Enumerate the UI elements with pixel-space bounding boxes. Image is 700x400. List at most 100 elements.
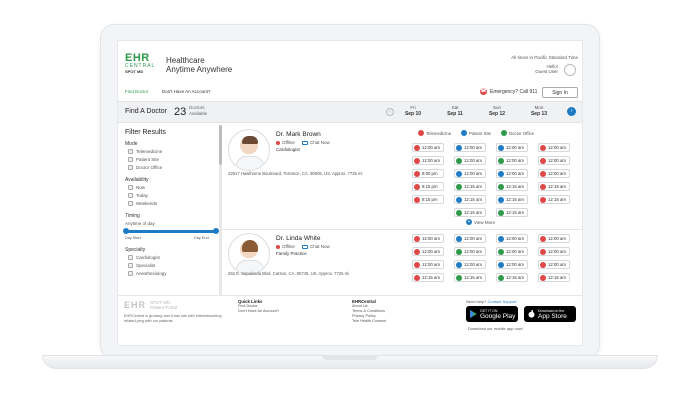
time-slot[interactable]: 12:00 am: [412, 156, 444, 165]
slot-time: 12:15 am: [506, 197, 524, 202]
day-dow: Fri: [410, 105, 416, 110]
slot-mode-icon: [540, 248, 546, 255]
filter-anesthesiology[interactable]: Anesthesiology: [128, 271, 167, 276]
nav-find-doctor[interactable]: Find Doctor: [125, 89, 148, 94]
slider-start-handle[interactable]: [123, 228, 129, 234]
slot-time: 12:00 am: [422, 262, 440, 267]
sign-in-button[interactable]: Sign In: [542, 87, 578, 98]
time-slot[interactable]: 12:00 am: [538, 260, 570, 269]
filter-specialist[interactable]: Specialist: [128, 263, 155, 268]
checkbox[interactable]: [128, 255, 133, 260]
footer-link-no-account[interactable]: Don't Have An Account?: [238, 309, 279, 314]
time-slot[interactable]: 12:15 am: [538, 182, 570, 191]
slot-mode-icon: [456, 170, 462, 177]
user-avatar[interactable]: [564, 64, 576, 76]
time-slot[interactable]: 12:00 am: [454, 169, 486, 178]
contact-support-link[interactable]: Contact Support: [488, 299, 517, 304]
time-slot[interactable]: 12:15 am: [412, 273, 444, 282]
time-slot[interactable]: 8:00 pm: [412, 169, 444, 178]
nav-no-account[interactable]: Don't Have An Account?: [162, 89, 210, 94]
slot-mode-icon: [498, 274, 504, 281]
time-slot[interactable]: 12:15 am: [496, 182, 528, 191]
time-slot[interactable]: 12:00 am: [496, 260, 528, 269]
checkbox[interactable]: [128, 271, 133, 276]
time-slot[interactable]: 12:00 am: [454, 234, 486, 243]
time-slot[interactable]: 12:00 am: [412, 260, 444, 269]
time-slot[interactable]: 12:15 am: [496, 273, 528, 282]
time-slot[interactable]: 12:15 am: [496, 195, 528, 204]
time-slot[interactable]: 12:00 am: [538, 156, 570, 165]
time-slot[interactable]: 12:00 am: [496, 143, 528, 152]
footer-logo[interactable]: EHR: [124, 300, 146, 310]
time-slot[interactable]: 12:00 am: [538, 234, 570, 243]
filter-doctor-office[interactable]: Doctor Office: [128, 165, 162, 170]
slot-mode-icon: [498, 183, 504, 190]
time-slot[interactable]: 12:15 am: [538, 273, 570, 282]
slot-mode-icon: [456, 261, 462, 268]
filter-weekends[interactable]: Weekends: [128, 201, 157, 206]
time-slot[interactable]: 12:15 am: [454, 195, 486, 204]
slider-end-label: Day End: [194, 236, 209, 240]
checkbox[interactable]: [128, 263, 133, 268]
time-slot[interactable]: 12:00 am: [538, 143, 570, 152]
sidebar-scrollbar[interactable]: [219, 125, 222, 295]
time-slot[interactable]: 12:00 am: [454, 260, 486, 269]
time-slot[interactable]: 12:15 am: [496, 208, 528, 217]
filter-cardiologist[interactable]: Cardiologist: [128, 255, 160, 260]
doctor-photo[interactable]: [228, 233, 270, 275]
time-slot[interactable]: 12:00 am: [496, 169, 528, 178]
checkbox[interactable]: [128, 165, 133, 170]
time-slot[interactable]: 12:00 am: [454, 143, 486, 152]
filter-patient-site[interactable]: Patient Site: [128, 157, 159, 162]
option-label: Cardiologist: [136, 255, 160, 260]
time-slot[interactable]: 12:15 am: [538, 195, 570, 204]
checkbox[interactable]: [128, 193, 133, 198]
time-slot[interactable]: 12:00 am: [496, 156, 528, 165]
chat-now-link[interactable]: Chat Now: [302, 244, 330, 249]
ehr-logo[interactable]: EHR CENTRAL SPOT MD: [125, 53, 161, 77]
prev-days-arrow-icon[interactable]: ‹: [386, 108, 394, 116]
app-store-button[interactable]: Download on the App Store: [524, 306, 576, 322]
filter-telemedicine[interactable]: Telemedicine: [128, 149, 162, 154]
doctor-name[interactable]: Dr. Linda White: [276, 235, 320, 242]
time-slot[interactable]: 8:15 pm: [412, 182, 444, 191]
time-slot[interactable]: 12:00 am: [538, 169, 570, 178]
status-text: Offline: [282, 244, 295, 249]
scrollbar-thumb[interactable]: [219, 125, 222, 165]
time-slot[interactable]: 12:00 am: [496, 247, 528, 256]
google-play-button[interactable]: GET IT ON Google Play: [466, 306, 518, 322]
timing-slider[interactable]: [123, 228, 219, 234]
checkbox[interactable]: [128, 149, 133, 154]
time-slot[interactable]: 8:15 pm: [412, 195, 444, 204]
next-days-arrow-icon[interactable]: ›: [567, 107, 576, 116]
tagline: Healthcare Anytime Anywhere: [166, 56, 232, 74]
footer-link-consent[interactable]: Tele Health Consent: [352, 319, 386, 324]
checkbox[interactable]: [128, 201, 133, 206]
plus-icon: +: [466, 219, 472, 225]
emergency-text: Emergency? Call 911: [490, 88, 538, 95]
checkbox[interactable]: [128, 185, 133, 190]
slot-mode-icon: [456, 196, 462, 203]
time-slot[interactable]: 12:15 am: [454, 273, 486, 282]
time-slot[interactable]: 12:00 am: [412, 247, 444, 256]
time-slot[interactable]: 12:15 am: [454, 182, 486, 191]
time-slot[interactable]: 12:00 am: [454, 156, 486, 165]
filter-today[interactable]: Today: [128, 193, 148, 198]
filter-now[interactable]: Now: [128, 185, 145, 190]
day-date: Sep 12: [488, 111, 506, 117]
time-slot[interactable]: 12:00 am: [538, 247, 570, 256]
checkbox[interactable]: [128, 157, 133, 162]
time-slot[interactable]: 12:00 am: [412, 143, 444, 152]
time-slot[interactable]: 12:00 am: [496, 234, 528, 243]
slot-mode-icon: [414, 235, 420, 242]
chat-now-link[interactable]: Chat Now: [302, 140, 330, 145]
time-slot[interactable]: 12:00 am: [454, 247, 486, 256]
app-header: EHR CENTRAL SPOT MD Healthcare Anytime A…: [118, 41, 582, 85]
logo-spot: SPOT MD: [125, 69, 144, 74]
time-slot[interactable]: 12:00 am: [412, 234, 444, 243]
time-slot[interactable]: 12:15 am: [454, 208, 486, 217]
doctor-name[interactable]: Dr. Mark Brown: [276, 131, 321, 138]
legend-label: Telemedicine: [426, 130, 452, 136]
doctor-photo[interactable]: [228, 129, 270, 171]
view-more-link[interactable]: + View More: [466, 219, 495, 225]
